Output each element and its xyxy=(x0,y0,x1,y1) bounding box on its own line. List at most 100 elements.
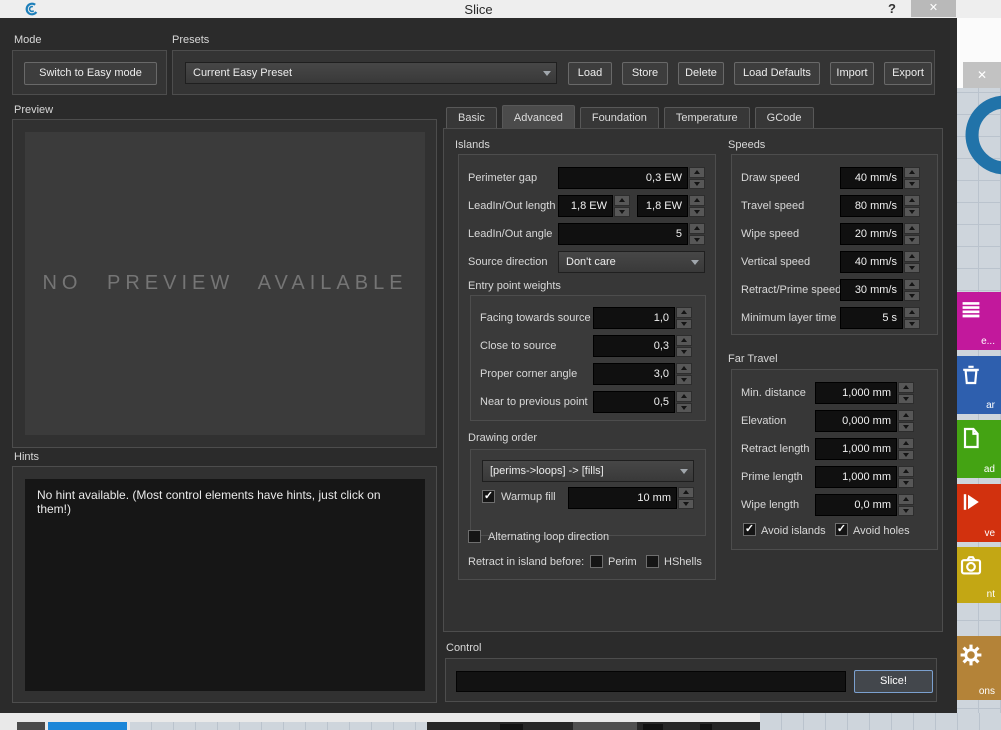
spin-down-button[interactable] xyxy=(676,375,692,386)
close-button[interactable]: ✕ xyxy=(911,0,956,17)
draw-speed-input[interactable]: 40 mm/s xyxy=(840,167,903,189)
retract-prime-speed-input[interactable]: 30 mm/s xyxy=(840,279,903,301)
leadinout-angle-input[interactable]: 5 xyxy=(558,223,688,245)
perimeter-gap-input[interactable]: 0,3 EW xyxy=(558,167,688,189)
spin-up-button[interactable] xyxy=(904,167,920,178)
close-to-source-input[interactable]: 0,3 xyxy=(593,335,675,357)
travel-speed-input[interactable]: 80 mm/s xyxy=(840,195,903,217)
sidebar-button-save[interactable]: ve xyxy=(957,484,1001,542)
spin-up-button[interactable] xyxy=(676,391,692,402)
drawing-order-select[interactable]: [perims->loops] -> [fills] xyxy=(482,460,694,482)
avoid-islands-checkbox[interactable]: ✓ xyxy=(743,523,756,536)
sidebar-button-slice[interactable]: e... xyxy=(957,292,1001,350)
min-distance-input[interactable]: 1,000 mm xyxy=(815,382,897,404)
tab-temperature[interactable]: Temperature xyxy=(664,107,750,130)
hshells-checkbox[interactable] xyxy=(646,555,659,568)
spin-down-button[interactable] xyxy=(904,319,920,330)
spin-down-button[interactable] xyxy=(904,207,920,218)
prime-length-spinbox: 1,000 mm xyxy=(815,466,914,488)
spin-up-button[interactable] xyxy=(676,363,692,374)
background-toolbar-block xyxy=(17,722,45,730)
spin-up-button[interactable] xyxy=(904,307,920,318)
warmup-fill-checkbox[interactable]: ✓ xyxy=(482,490,495,503)
spin-down-button[interactable] xyxy=(689,207,705,218)
background-progress-fragment xyxy=(48,722,127,730)
spin-up-button[interactable] xyxy=(678,487,694,498)
sidebar-button-load[interactable]: ad xyxy=(957,420,1001,478)
spin-up-button[interactable] xyxy=(689,167,705,178)
spin-up-button[interactable] xyxy=(614,195,630,206)
tab-foundation[interactable]: Foundation xyxy=(580,107,659,130)
perimeter-gap-label: Perimeter gap xyxy=(468,172,537,184)
source-direction-select[interactable]: Don't care xyxy=(558,251,705,273)
sidebar-button-options[interactable]: ons xyxy=(957,636,1001,700)
facing-towards-source-input[interactable]: 1,0 xyxy=(593,307,675,329)
spin-up-button[interactable] xyxy=(676,307,692,318)
speeds-group-label: Speeds xyxy=(728,139,765,151)
spin-down-button[interactable] xyxy=(904,179,920,190)
spin-up-button[interactable] xyxy=(904,195,920,206)
spin-up-button[interactable] xyxy=(904,223,920,234)
spin-down-button[interactable] xyxy=(898,422,914,433)
spin-up-button[interactable] xyxy=(689,223,705,234)
load-defaults-button[interactable]: Load Defaults xyxy=(734,62,820,85)
prime-length-input[interactable]: 1,000 mm xyxy=(815,466,897,488)
export-button[interactable]: Export xyxy=(884,62,932,85)
wipe-length-input[interactable]: 0,0 mm xyxy=(815,494,897,516)
background-close-button[interactable]: ✕ xyxy=(963,62,1001,88)
spin-up-button[interactable] xyxy=(898,494,914,505)
tab-gcode[interactable]: GCode xyxy=(755,107,814,130)
spin-down-button[interactable] xyxy=(904,263,920,274)
drawing-order-value: [perims->loops] -> [fills] xyxy=(490,465,604,477)
avoid-holes-checkbox[interactable]: ✓ xyxy=(835,523,848,536)
sidebar-button-print[interactable]: nt xyxy=(957,547,1001,603)
vertical-speed-input[interactable]: 40 mm/s xyxy=(840,251,903,273)
switch-easy-mode-button[interactable]: Switch to Easy mode xyxy=(24,62,157,85)
spin-down-button[interactable] xyxy=(898,506,914,517)
tab-basic[interactable]: Basic xyxy=(446,107,497,130)
hshells-label: HShells xyxy=(664,556,702,568)
spin-up-button[interactable] xyxy=(898,438,914,449)
preset-select[interactable]: Current Easy Preset xyxy=(185,62,557,84)
spin-up-button[interactable] xyxy=(898,382,914,393)
spin-down-button[interactable] xyxy=(898,450,914,461)
spin-up-button[interactable] xyxy=(689,195,705,206)
spin-down-button[interactable] xyxy=(614,207,630,218)
spin-down-button[interactable] xyxy=(898,394,914,405)
sidebar-button-clear[interactable]: ar xyxy=(957,356,1001,414)
wipe-speed-input[interactable]: 20 mm/s xyxy=(840,223,903,245)
spin-up-button[interactable] xyxy=(898,410,914,421)
help-button[interactable]: ? xyxy=(888,1,896,16)
spin-down-button[interactable] xyxy=(904,291,920,302)
leadinout-length-input-1[interactable]: 1,8 EW xyxy=(558,195,613,217)
spin-up-button[interactable] xyxy=(904,251,920,262)
spin-down-button[interactable] xyxy=(676,319,692,330)
spin-down-button[interactable] xyxy=(676,403,692,414)
perim-checkbox[interactable] xyxy=(590,555,603,568)
near-previous-point-input[interactable]: 0,5 xyxy=(593,391,675,413)
minimum-layer-time-input[interactable]: 5 s xyxy=(840,307,903,329)
store-button[interactable]: Store xyxy=(622,62,668,85)
retract-length-input[interactable]: 1,000 mm xyxy=(815,438,897,460)
alternating-loop-checkbox[interactable] xyxy=(468,530,481,543)
spin-down-button[interactable] xyxy=(898,478,914,489)
delete-button[interactable]: Delete xyxy=(678,62,724,85)
spin-down-button[interactable] xyxy=(904,235,920,246)
warmup-fill-input[interactable]: 10 mm xyxy=(568,487,677,509)
import-button[interactable]: Import xyxy=(830,62,874,85)
spin-up-button[interactable] xyxy=(898,466,914,477)
load-button[interactable]: Load xyxy=(568,62,612,85)
spin-down-button[interactable] xyxy=(678,499,694,510)
spin-down-button[interactable] xyxy=(689,235,705,246)
slice-button[interactable]: Slice! xyxy=(854,670,933,693)
proper-corner-angle-input[interactable]: 3,0 xyxy=(593,363,675,385)
spin-up-button[interactable] xyxy=(904,279,920,290)
leadinout-length-input-2[interactable]: 1,8 EW xyxy=(637,195,688,217)
minimum-layer-time-label: Minimum layer time xyxy=(741,312,836,324)
spin-down-button[interactable] xyxy=(689,179,705,190)
tab-advanced[interactable]: Advanced xyxy=(502,105,575,130)
slice-dialog-screen: Slice ? ✕ Mode Switch to Easy mode Prese… xyxy=(0,0,1001,730)
spin-down-button[interactable] xyxy=(676,347,692,358)
elevation-input[interactable]: 0,000 mm xyxy=(815,410,897,432)
spin-up-button[interactable] xyxy=(676,335,692,346)
